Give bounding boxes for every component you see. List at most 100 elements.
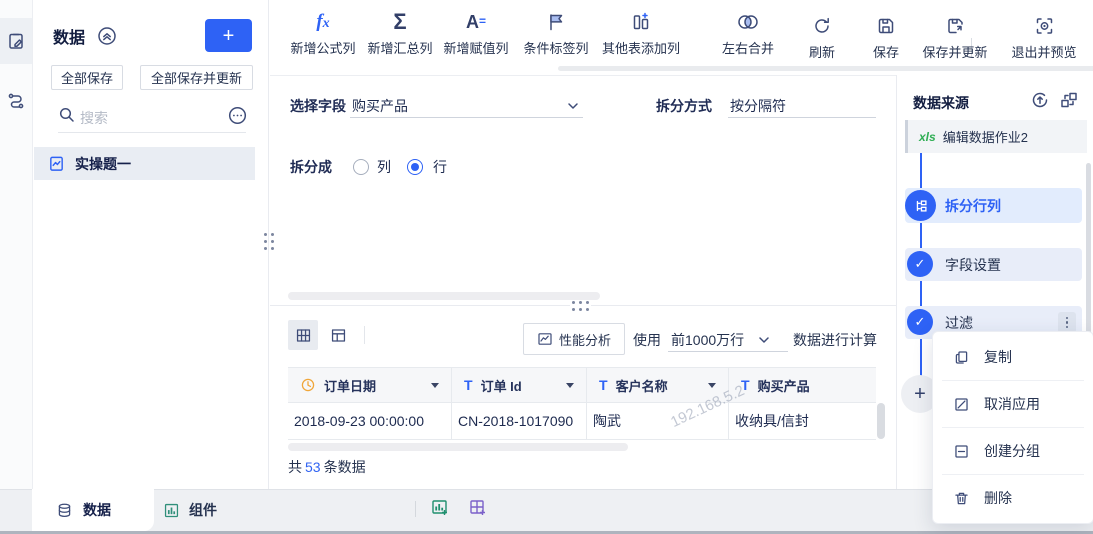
toolbar-save-update[interactable]: 保存并更新 <box>922 12 988 61</box>
select-field-value[interactable]: 购买产品 <box>352 96 408 116</box>
data-sidebar: 数据 + 全部保存 全部保存并更新 搜索 实操题一 <box>33 0 269 489</box>
source-table-label: 编辑数据作业2 <box>942 130 1028 145</box>
row-limit-chevron-icon[interactable] <box>757 334 771 346</box>
table-vertical-scrollbar[interactable] <box>877 403 885 439</box>
dataset-list-item[interactable]: 实操题一 <box>34 147 255 180</box>
check-icon: ✓ <box>907 309 933 335</box>
toolbar-exit-preview[interactable]: 退出并预览 <box>1011 12 1077 61</box>
left-rail <box>0 0 33 489</box>
plus-icon: + <box>914 382 926 405</box>
toolbar-add-assign-column[interactable]: A= 新增赋值列 <box>443 8 508 57</box>
step-split-rows-columns[interactable]: 拆分行列 <box>905 188 1082 223</box>
pane-resize-handle[interactable] <box>264 233 274 250</box>
radio-row[interactable] <box>407 159 423 175</box>
add-dashboard-icon[interactable] <box>468 498 488 518</box>
search-input[interactable]: 搜索 <box>80 108 108 128</box>
rail-item-flow[interactable] <box>0 80 32 120</box>
column-dropdown-icon[interactable] <box>708 382 716 388</box>
row-limit-value[interactable]: 前1000万行 <box>671 330 744 350</box>
performance-analysis-button[interactable]: 性能分析 <box>523 323 625 355</box>
source-table-item[interactable]: xls 编辑数据作业2 <box>905 120 1087 153</box>
layout-view-icon <box>330 327 347 344</box>
view-layout-button[interactable] <box>323 320 353 350</box>
toolbar-save[interactable]: 保存 <box>873 12 899 61</box>
preview-icon <box>1011 12 1076 40</box>
row-limit-underline <box>668 351 788 352</box>
panel-scrollbar[interactable] <box>1086 163 1091 338</box>
flow-icon <box>7 91 25 109</box>
collapse-all-icon[interactable] <box>97 26 117 46</box>
rail-item-edit[interactable] <box>0 18 32 64</box>
view-grid-button[interactable] <box>288 320 318 350</box>
table-header-row: 订单日期 T 订单 Id T 客户名称 T 购买产品 <box>288 367 876 403</box>
save-all-update-button[interactable]: 全部保存并更新 <box>140 65 253 90</box>
form-scrollbar[interactable] <box>288 292 600 300</box>
merge-icon <box>722 8 774 36</box>
toolbar-merge-left-right[interactable]: 左右合并 <box>722 8 774 57</box>
cell-order-id: CN-2018-1017090 <box>452 403 587 439</box>
check-icon: ✓ <box>907 251 933 277</box>
column-header-order-date[interactable]: 订单日期 <box>288 368 452 402</box>
total-count-text: 共 53 条数据 <box>288 459 366 475</box>
sidebar-title: 数据 <box>53 30 86 47</box>
edit-toolbar: fx 新增公式列 Σ 新增汇总列 A= 新增赋值列 条件标签列 其他表添加列 左… <box>270 0 1093 75</box>
save-all-button[interactable]: 全部保存 <box>51 65 123 90</box>
add-dataset-button[interactable]: + <box>205 19 252 52</box>
toolbar-add-summary-column[interactable]: Σ 新增汇总列 <box>367 8 432 57</box>
search-icon <box>58 106 76 124</box>
step-context-menu: 复制 取消应用 创建分组 删除 <box>932 331 1093 524</box>
add-chart-icon[interactable] <box>430 498 450 518</box>
menu-item-copy[interactable]: 复制 <box>933 334 1093 380</box>
create-group-icon <box>953 443 970 460</box>
toolbar-condition-tag-column[interactable]: 条件标签列 <box>523 8 589 57</box>
split-method-underline <box>728 117 876 118</box>
save-icon <box>873 12 899 40</box>
step-menu-button[interactable] <box>1058 312 1076 333</box>
toolbar-scrollbar[interactable] <box>558 66 1093 71</box>
toolbar-refresh[interactable]: 刷新 <box>809 12 835 61</box>
menu-item-delete[interactable]: 删除 <box>933 475 1093 521</box>
tab-data[interactable]: 数据 <box>32 489 154 531</box>
cell-order-date: 2018-09-23 00:00:00 <box>288 403 452 439</box>
split-method-label: 拆分方式 <box>656 98 712 114</box>
tab-components[interactable]: 组件 <box>163 489 217 531</box>
radio-row-label[interactable]: 行 <box>433 157 447 177</box>
panel-title: 数据来源 <box>913 95 969 111</box>
menu-item-cancel-apply[interactable]: 取消应用 <box>933 381 1093 427</box>
performance-chart-icon <box>537 331 553 347</box>
split-method-value[interactable]: 按分隔符 <box>730 96 786 116</box>
refresh-icon <box>809 12 835 40</box>
database-icon <box>56 502 73 519</box>
bottom-bar-divider <box>415 501 416 517</box>
radio-column-label[interactable]: 列 <box>377 157 391 177</box>
flag-icon <box>523 8 588 36</box>
search-more-icon[interactable] <box>228 106 247 125</box>
dataset-chart-icon <box>48 155 65 172</box>
search-underline <box>58 132 246 133</box>
sigma-icon: Σ <box>393 9 407 34</box>
menu-item-create-group[interactable]: 创建分组 <box>933 428 1093 474</box>
app-window: 数据 + 全部保存 全部保存并更新 搜索 实操题一 fx 新增公式列 Σ 新增汇… <box>0 0 1093 534</box>
column-dropdown-icon[interactable] <box>431 382 439 388</box>
toolbar-add-formula-column[interactable]: fx 新增公式列 <box>290 8 355 57</box>
text-type-icon: T <box>599 377 608 393</box>
formula-icon: fx <box>316 11 330 32</box>
swap-icon[interactable] <box>1059 90 1079 110</box>
select-field-underline <box>350 117 583 118</box>
panel-resize-handle[interactable] <box>570 300 591 312</box>
plus-icon: + <box>222 24 235 47</box>
column-header-order-id[interactable]: T 订单 Id <box>452 368 587 402</box>
column-header-product[interactable]: T 购买产品 <box>729 368 876 402</box>
step-field-settings[interactable]: ✓ 字段设置 <box>905 248 1082 281</box>
update-icon[interactable] <box>1030 90 1050 110</box>
toolbar-add-column-from-table[interactable]: 其他表添加列 <box>602 8 680 57</box>
column-dropdown-icon[interactable] <box>566 382 574 388</box>
chevron-down-icon[interactable] <box>566 100 580 112</box>
table-horizontal-scrollbar[interactable] <box>288 443 628 451</box>
table-row: 2018-09-23 00:00:00 CN-2018-1017090 陶武 收… <box>288 403 876 440</box>
use-label: 使用 <box>633 332 661 348</box>
radio-column[interactable] <box>353 159 369 175</box>
component-chart-icon <box>163 502 180 519</box>
delete-icon <box>953 490 970 507</box>
dataset-label: 实操题一 <box>75 155 131 172</box>
